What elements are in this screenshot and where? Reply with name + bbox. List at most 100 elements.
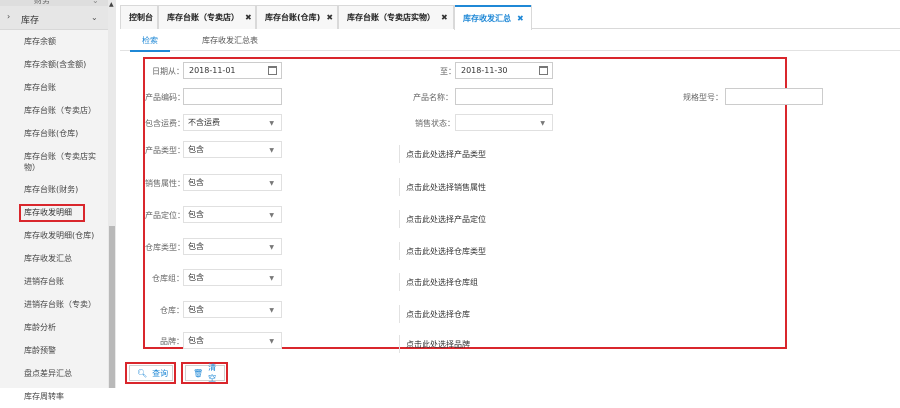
date-to-value: 2018-11-30 <box>461 66 508 75</box>
date-to-input[interactable]: 2018-11-30 <box>455 62 553 79</box>
wh-group-picker[interactable]: 点击此处选择仓库组 <box>399 273 599 291</box>
sidebar-item[interactable]: 库存台账 <box>0 76 108 99</box>
wh-type-picker[interactable]: 点击此处选择仓库类型 <box>399 242 599 260</box>
sidebar-item[interactable]: 库存收发明细(仓库) <box>0 224 108 247</box>
sidebar-item[interactable]: 库存台账（专卖店） <box>0 99 108 122</box>
wh-type-label: 仓库类型： <box>145 243 185 252</box>
clear-button-label: 清空 <box>208 363 217 383</box>
sidebar-item[interactable]: 库存台账(财务) <box>0 178 108 201</box>
product-pos-label: 产品定位： <box>145 211 185 220</box>
sidebar-item[interactable]: 库存收发汇总 <box>0 247 108 270</box>
tab-label: 库存台账（专卖店） <box>167 13 239 22</box>
sales-attr-picker-text: 点击此处选择销售属性 <box>406 182 486 192</box>
sidebar-item-label: 库龄预警 <box>24 346 56 355</box>
freight-label: 包含运费： <box>145 119 185 128</box>
close-icon[interactable]: ✖ <box>326 13 333 22</box>
trash-icon: 🗑︎ <box>193 368 204 378</box>
sales-status-select[interactable]: ▼ <box>455 114 553 131</box>
subtab-label: 库存收发汇总表 <box>202 35 258 45</box>
caret-down-icon: ▼ <box>540 120 545 127</box>
spec-input[interactable] <box>725 88 823 105</box>
product-pos-select[interactable]: 包含 ▼ <box>183 206 282 223</box>
subtab-summary-report[interactable]: 库存收发汇总表 <box>202 29 258 51</box>
tab-inventory-summary[interactable]: 库存收发汇总 ✖ <box>454 5 532 30</box>
query-button[interactable]: 🔍︎ 查询 <box>129 365 173 381</box>
close-icon[interactable]: ✖ <box>441 13 448 22</box>
warehouse-value: 包含 <box>188 305 204 314</box>
sidebar-item-label: 库存收发汇总 <box>24 254 72 263</box>
freight-select[interactable]: 不含运费 ▼ <box>183 114 282 131</box>
sidebar-item-label: 库存周转率 <box>24 392 64 401</box>
caret-down-icon: ▼ <box>269 212 274 219</box>
tab-store-physical-ledger[interactable]: 库存台账（专卖店实物） ✖ <box>338 5 454 29</box>
sidebar-item-label: 库存台账（专卖店） <box>24 106 96 115</box>
tab-dashboard[interactable]: 控制台 <box>120 5 158 29</box>
warehouse-select[interactable]: 包含 ▼ <box>183 301 282 318</box>
scrollbar-thumb[interactable] <box>109 226 115 388</box>
sidebar-item[interactable]: 进销存台账 <box>0 270 108 293</box>
brand-picker[interactable]: 点击此处选择品牌 <box>399 335 599 353</box>
product-code-input[interactable] <box>183 88 282 105</box>
search-icon: 🔍︎ <box>137 368 148 378</box>
product-name-input[interactable] <box>455 88 553 105</box>
product-code-label: 产品编码： <box>145 93 185 102</box>
calendar-icon[interactable] <box>539 66 548 75</box>
sidebar-group-inventory-label: 库存 <box>21 16 40 26</box>
sidebar-scrollbar[interactable]: ▲ <box>108 0 116 388</box>
tab-warehouse-ledger[interactable]: 库存台账(仓库) ✖ <box>256 5 338 29</box>
sidebar-item[interactable]: 库存台账(仓库) <box>0 122 108 145</box>
sidebar-item[interactable]: 库存台账（专卖店实物） <box>0 145 108 178</box>
highlight-box <box>19 204 85 222</box>
chevron-right-icon: › <box>7 12 11 21</box>
sidebar: 财务 ⌄ › 库存 ⌄ 库存余额 库存余额(含金额) 库存台账 库存台账（专卖店… <box>0 0 116 401</box>
product-type-picker[interactable]: 点击此处选择产品类型 <box>399 145 599 163</box>
sidebar-item[interactable]: 进销存台账（专卖） <box>0 293 108 316</box>
subtab-active-indicator <box>130 50 170 52</box>
sidebar-menu: 库存余额 库存余额(含金额) 库存台账 库存台账（专卖店） 库存台账(仓库) 库… <box>0 30 108 408</box>
tab-label: 库存台账(仓库) <box>265 13 321 22</box>
warehouse-label: 仓库： <box>160 306 184 315</box>
subtab-label: 检索 <box>142 35 158 45</box>
sidebar-item[interactable]: 库存余额 <box>0 30 108 53</box>
query-button-label: 查询 <box>152 368 169 378</box>
product-name-label: 产品名称： <box>413 93 453 102</box>
product-pos-value: 包含 <box>188 210 204 219</box>
product-pos-picker[interactable]: 点击此处选择产品定位 <box>399 210 599 228</box>
subtab-search[interactable]: 检索 <box>130 29 170 52</box>
sidebar-item[interactable]: 库存余额(含金额) <box>0 53 108 76</box>
sidebar-item[interactable]: 库龄分析 <box>0 316 108 339</box>
sidebar-group-inventory[interactable]: › 库存 ⌄ <box>0 6 108 30</box>
product-pos-picker-text: 点击此处选择产品定位 <box>406 214 486 224</box>
sidebar-item-label: 库存台账 <box>24 83 56 92</box>
caret-down-icon: ▼ <box>269 244 274 251</box>
warehouse-picker[interactable]: 点击此处选择仓库 <box>399 305 599 323</box>
sales-attr-picker[interactable]: 点击此处选择销售属性 <box>399 178 599 196</box>
wh-group-select[interactable]: 包含 ▼ <box>183 269 282 286</box>
tab-label: 库存台账（专卖店实物） <box>347 13 435 22</box>
product-type-select[interactable]: 包含 ▼ <box>183 141 282 158</box>
close-icon[interactable]: ✖ <box>245 13 252 22</box>
sales-attr-select[interactable]: 包含 ▼ <box>183 174 282 191</box>
tab-store-ledger[interactable]: 库存台账（专卖店） ✖ <box>158 5 256 29</box>
sidebar-item[interactable]: 库龄预警 <box>0 339 108 362</box>
close-icon[interactable]: ✖ <box>517 14 524 23</box>
sidebar-item-label: 库存余额(含金额) <box>24 60 87 69</box>
wh-type-select[interactable]: 包含 ▼ <box>183 238 282 255</box>
sidebar-item-active[interactable]: 库存收发明细 <box>0 201 108 224</box>
brand-select[interactable]: 包含 ▼ <box>183 332 282 349</box>
calendar-icon[interactable] <box>268 66 277 75</box>
wh-type-value: 包含 <box>188 242 204 251</box>
scroll-up-icon[interactable]: ▲ <box>109 1 114 8</box>
sidebar-item-label: 库存台账（专卖店实物） <box>24 151 96 172</box>
tab-active-indicator <box>455 5 531 7</box>
sidebar-item-label: 库存余额 <box>24 37 56 46</box>
clear-button[interactable]: 🗑︎ 清空 <box>185 363 225 383</box>
brand-picker-text: 点击此处选择品牌 <box>406 339 470 349</box>
sidebar-item[interactable]: 盘点差异汇总 <box>0 362 108 385</box>
tab-label: 控制台 <box>129 13 153 22</box>
sidebar-item-label: 盘点差异汇总 <box>24 369 72 378</box>
caret-down-icon: ▼ <box>269 338 274 345</box>
sidebar-item[interactable]: 库存周转率 <box>0 385 108 408</box>
freight-value: 不含运费 <box>188 118 220 127</box>
date-from-input[interactable]: 2018-11-01 <box>183 62 282 79</box>
